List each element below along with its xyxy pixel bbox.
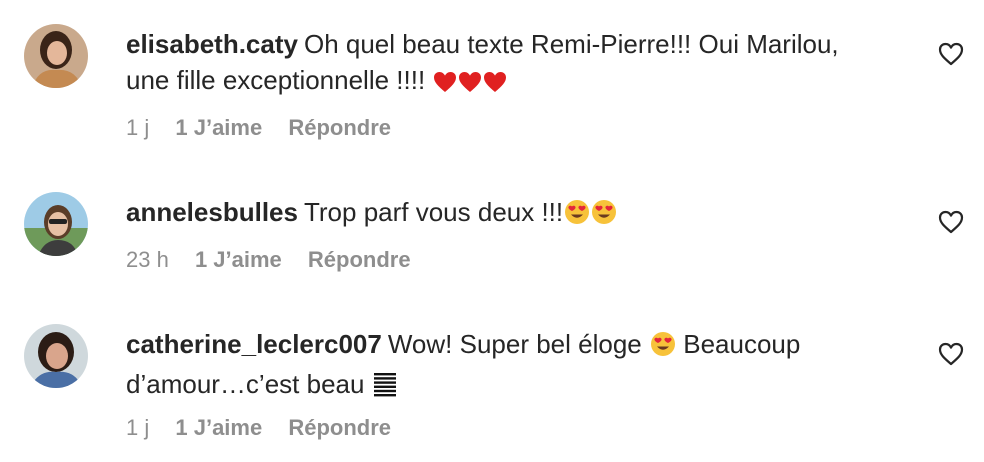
avatar[interactable] [24, 24, 88, 88]
heart-eyes-icon [650, 330, 676, 366]
heart-eyes-icon [564, 198, 590, 234]
comment-username[interactable]: annelesbulles [126, 197, 298, 227]
reply-button[interactable]: Répondre [288, 415, 391, 440]
comment-username[interactable]: catherine_leclerc007 [126, 329, 382, 359]
comment-body: annelesbulles Trop parf vous deux !!! [126, 194, 866, 234]
comment-text: Wow! Super bel éloge [387, 329, 642, 359]
emoji-group [432, 65, 507, 95]
likes-count[interactable]: 1 J’aime [175, 115, 262, 140]
comment-meta: 1 j 1 J’aime Répondre [126, 414, 411, 442]
red-heart-icon [458, 66, 482, 102]
comment-meta: 23 h 1 J’aime Répondre [126, 246, 431, 274]
comment-body: catherine_leclerc007 Wow! Super bel éloge… [126, 326, 866, 406]
like-heart-icon[interactable] [938, 342, 964, 366]
likes-count[interactable]: 1 J’aime [195, 247, 282, 272]
red-heart-icon [433, 66, 457, 102]
reply-button[interactable]: Répondre [288, 115, 391, 140]
comment-meta: 1 j 1 J’aime Répondre [126, 114, 411, 142]
comment-text: Trop parf vous deux !!! [303, 197, 564, 227]
avatar[interactable] [24, 324, 88, 388]
reply-button[interactable]: Répondre [308, 247, 411, 272]
comment-time[interactable]: 1 j [126, 415, 149, 440]
red-heart-icon [483, 66, 507, 102]
hamburger-glyph-icon [373, 370, 397, 406]
comment-body: elisabeth.caty Oh quel beau texte Remi-Pi… [126, 26, 866, 102]
comment-time[interactable]: 23 h [126, 247, 169, 272]
likes-count[interactable]: 1 J’aime [175, 415, 262, 440]
avatar[interactable] [24, 192, 88, 256]
like-heart-icon[interactable] [938, 210, 964, 234]
heart-eyes-icon [591, 198, 617, 234]
comment-username[interactable]: elisabeth.caty [126, 29, 298, 59]
comment-time[interactable]: 1 j [126, 115, 149, 140]
like-heart-icon[interactable] [938, 42, 964, 66]
